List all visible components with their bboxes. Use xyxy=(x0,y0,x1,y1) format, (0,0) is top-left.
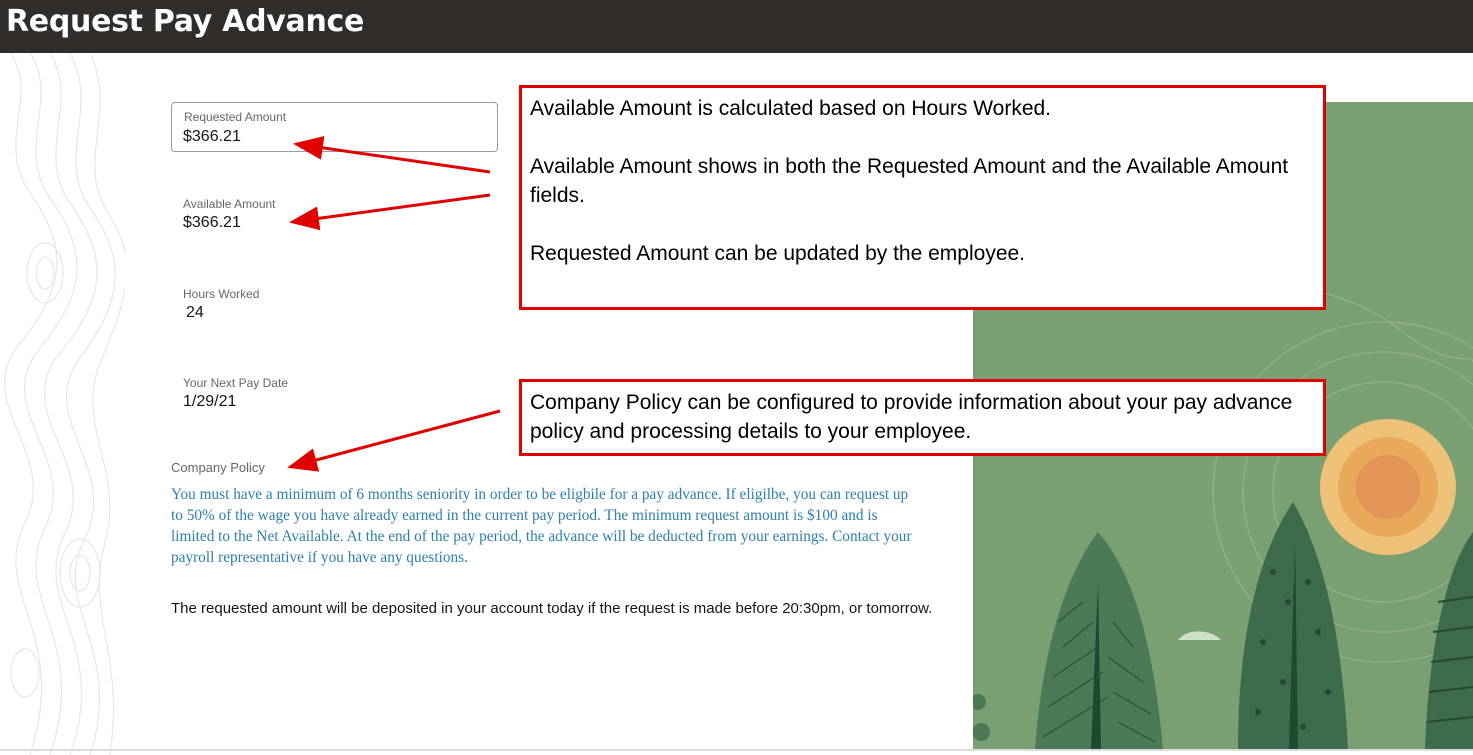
annotation-text-3: Requested Amount can be updated by the e… xyxy=(530,242,1026,265)
available-amount-label: Available Amount xyxy=(183,197,276,211)
available-amount-value: $366.21 xyxy=(183,214,241,231)
available-amount-field: Available Amount $366.21 xyxy=(183,197,276,232)
page-title: Request Pay Advance xyxy=(6,4,365,39)
company-policy-text: You must have a minimum of 6 months seni… xyxy=(171,486,912,566)
deposit-note: The requested amount will be deposited i… xyxy=(171,600,933,617)
bottom-divider xyxy=(0,749,1473,751)
requested-amount-label: Requested Amount xyxy=(184,110,287,124)
requested-amount-field[interactable]: Requested Amount xyxy=(171,102,498,152)
annotation-callout-hours: Available Amount is calculated based on … xyxy=(519,85,1326,310)
sun-icon xyxy=(1320,419,1456,555)
hours-worked-field: Hours Worked 24 xyxy=(183,287,259,322)
arrow-to-available-amount-icon xyxy=(289,193,491,231)
annotation-callout-policy: Company Policy can be configured to prov… xyxy=(519,379,1326,456)
next-pay-date-label: Your Next Pay Date xyxy=(183,376,288,390)
hours-worked-label: Hours Worked xyxy=(183,287,260,301)
next-pay-date-value: 1/29/21 xyxy=(183,393,237,410)
annotation-text-1: Available Amount is calculated based on … xyxy=(530,97,1052,120)
arrow-to-company-policy-icon xyxy=(287,409,501,472)
topographic-pattern-decoration xyxy=(3,53,125,755)
annotation-text-policy: Company Policy can be configured to prov… xyxy=(530,391,1293,443)
annotation-text-2: Available Amount shows in both the Reque… xyxy=(530,155,1289,207)
requested-amount-input[interactable] xyxy=(183,128,483,146)
company-policy-label: Company Policy xyxy=(171,460,265,475)
hours-worked-value: 24 xyxy=(186,304,204,321)
next-pay-date-field: Your Next Pay Date 1/29/21 xyxy=(183,376,288,411)
page-header: Request Pay Advance xyxy=(0,0,1473,53)
